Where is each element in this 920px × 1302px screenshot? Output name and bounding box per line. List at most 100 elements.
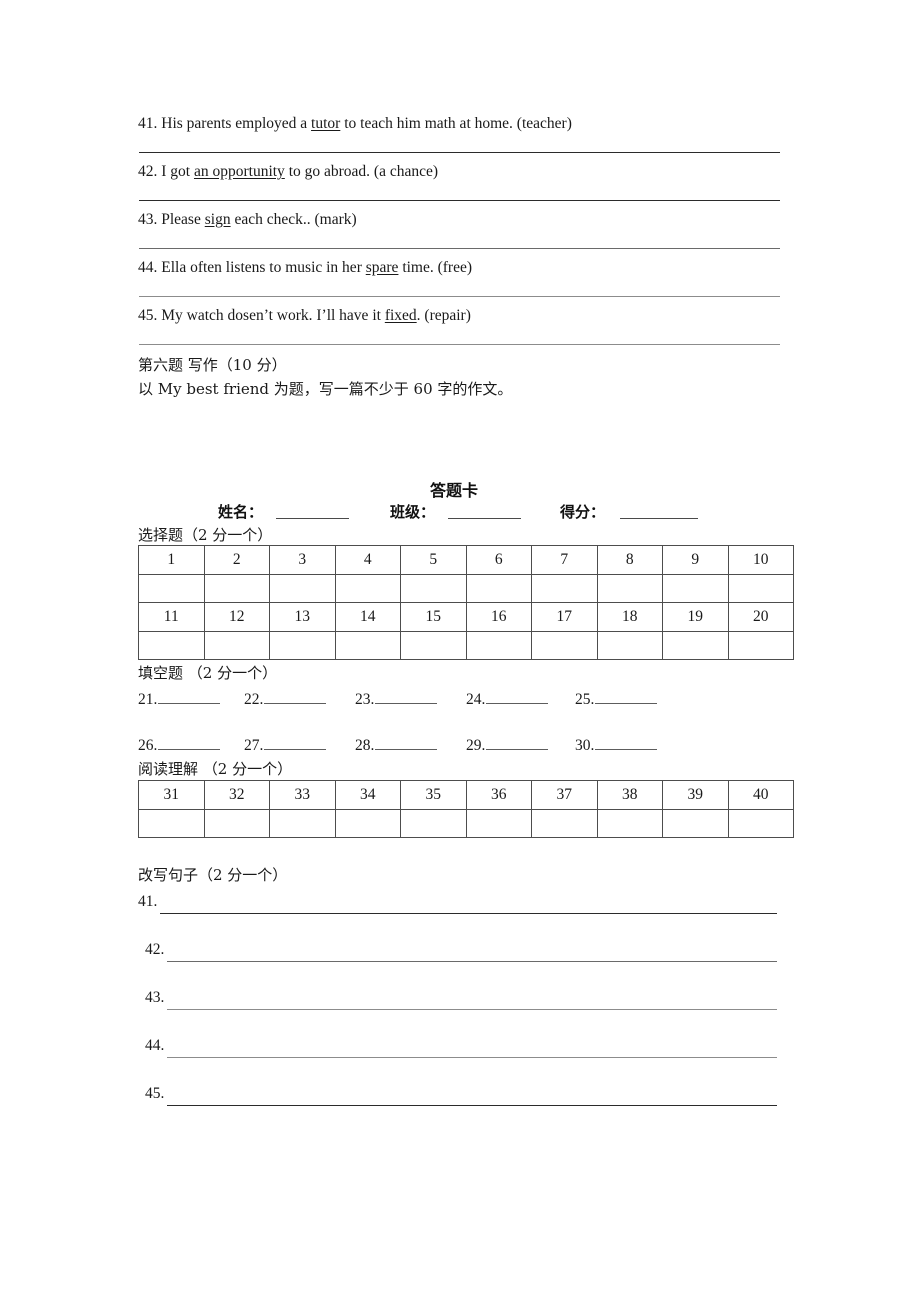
choice-answer-cell[interactable]	[269, 631, 336, 660]
blank-item-slot[interactable]	[264, 735, 327, 750]
choice-answer-cell[interactable]	[727, 631, 794, 660]
choice-answer-cell[interactable]	[531, 574, 598, 603]
choice-answer-cell[interactable]	[662, 631, 729, 660]
choice-number-cell: 10	[727, 545, 794, 575]
blank-item-slot[interactable]	[158, 689, 221, 704]
choice-number-cell: 3	[269, 545, 336, 575]
choice-number-cell: 9	[662, 545, 729, 575]
blank-item-26[interactable]: 26.	[138, 735, 221, 755]
rewrite-prompt-44: 44. Ella often listens to music in her s…	[138, 259, 473, 276]
blank-item-27[interactable]: 27.	[244, 735, 327, 755]
reading-number-cell: 36	[465, 780, 532, 810]
answer-rule-42	[139, 200, 780, 201]
choice-answer-cell[interactable]	[203, 631, 270, 660]
choice-answer-cell[interactable]	[138, 574, 205, 603]
reading-answer-table[interactable]: 31 32 33 34 35 36 37 38 39 40	[138, 780, 794, 838]
choice-answer-cell[interactable]	[334, 631, 401, 660]
blank-item-slot[interactable]	[264, 689, 327, 704]
rewrite-prompt-42: 42. I got an opportunity to go abroad. (…	[138, 163, 439, 180]
field-line-name[interactable]	[276, 518, 349, 519]
blank-item-number: 27.	[244, 737, 264, 754]
reading-answer-cell[interactable]	[662, 809, 729, 838]
field-line-class[interactable]	[448, 518, 521, 519]
choice-answer-cell[interactable]	[662, 574, 729, 603]
blank-item-slot[interactable]	[486, 689, 549, 704]
choice-answer-cell[interactable]	[531, 631, 598, 660]
rewrite-answer-line-44[interactable]	[167, 1057, 777, 1058]
choice-number-cell: 4	[334, 545, 401, 575]
reading-answer-cell[interactable]	[269, 809, 336, 838]
blank-item-number: 22.	[244, 691, 264, 708]
choice-answer-cell[interactable]	[400, 631, 467, 660]
reading-answer-cell[interactable]	[138, 809, 205, 838]
answer-card-title: 答题卡	[430, 481, 479, 500]
reading-number-cell: 38	[596, 780, 663, 810]
choice-answer-table[interactable]: 1 2 3 4 5 6 7 8 9 10 11 12 13 14 15 16 1…	[138, 545, 794, 660]
reading-number-cell: 31	[138, 780, 205, 810]
blank-item-25[interactable]: 25.	[575, 689, 658, 709]
reading-answer-cell[interactable]	[596, 809, 663, 838]
blank-item-number: 24.	[466, 691, 486, 708]
choice-number-cell: 14	[334, 602, 401, 632]
reading-number-cell: 34	[334, 780, 401, 810]
exam-page: 41. His parents employed a tutor to teac…	[0, 0, 920, 1302]
blank-item-28[interactable]: 28.	[355, 735, 438, 755]
blank-item-24[interactable]: 24.	[466, 689, 549, 709]
table-row-choice-answers-1	[138, 574, 794, 603]
rewrite-answer-number-41: 41.	[138, 893, 158, 910]
blank-item-23[interactable]: 23.	[355, 689, 438, 709]
choice-answer-cell[interactable]	[138, 631, 205, 660]
table-row-reading-numbers: 31 32 33 34 35 36 37 38 39 40	[138, 780, 794, 810]
blank-item-number: 28.	[355, 737, 375, 754]
blank-item-22[interactable]: 22.	[244, 689, 327, 709]
blank-item-29[interactable]: 29.	[466, 735, 549, 755]
blank-item-21[interactable]: 21.	[138, 689, 221, 709]
choice-answer-cell[interactable]	[465, 574, 532, 603]
reading-number-cell: 39	[662, 780, 729, 810]
blank-item-number: 30.	[575, 737, 595, 754]
choice-number-cell: 11	[138, 602, 205, 632]
choice-answer-cell[interactable]	[596, 631, 663, 660]
choice-answer-cell[interactable]	[727, 574, 794, 603]
field-line-score[interactable]	[620, 518, 698, 519]
writing-section-prompt: 以 My best friend 为题，写一篇不少于 60 字的作文。	[138, 380, 513, 398]
choice-answer-cell[interactable]	[269, 574, 336, 603]
reading-answer-cell[interactable]	[203, 809, 270, 838]
choice-number-cell: 7	[531, 545, 598, 575]
blank-item-slot[interactable]	[375, 689, 438, 704]
choice-answer-cell[interactable]	[596, 574, 663, 603]
choice-answer-cell[interactable]	[400, 574, 467, 603]
blank-section-heading: 填空题 （2 分一个）	[138, 664, 278, 682]
reading-answer-cell[interactable]	[334, 809, 401, 838]
reading-section-heading: 阅读理解 （2 分一个）	[138, 760, 293, 778]
blank-item-slot[interactable]	[375, 735, 438, 750]
reading-number-cell: 37	[531, 780, 598, 810]
choice-number-cell: 16	[465, 602, 532, 632]
choice-answer-cell[interactable]	[203, 574, 270, 603]
choice-number-cell: 19	[662, 602, 729, 632]
choice-number-cell: 20	[727, 602, 794, 632]
field-label-name: 姓名：	[218, 503, 264, 521]
reading-number-cell: 32	[203, 780, 270, 810]
blank-item-30[interactable]: 30.	[575, 735, 658, 755]
blank-item-slot[interactable]	[486, 735, 549, 750]
reading-answer-cell[interactable]	[400, 809, 467, 838]
choice-number-cell: 17	[531, 602, 598, 632]
blank-item-slot[interactable]	[595, 689, 658, 704]
blank-item-number: 25.	[575, 691, 595, 708]
choice-number-cell: 5	[400, 545, 467, 575]
blank-item-slot[interactable]	[595, 735, 658, 750]
rewrite-answer-line-45[interactable]	[167, 1105, 777, 1106]
rewrite-prompt-45: 45. My watch dosen’t work. I’ll have it …	[138, 307, 471, 324]
choice-answer-cell[interactable]	[334, 574, 401, 603]
reading-answer-cell[interactable]	[727, 809, 794, 838]
answer-rule-44	[139, 296, 780, 297]
rewrite-answer-line-42[interactable]	[167, 961, 777, 962]
reading-answer-cell[interactable]	[465, 809, 532, 838]
blank-item-slot[interactable]	[158, 735, 221, 750]
rewrite-answer-line-43[interactable]	[167, 1009, 777, 1010]
reading-answer-cell[interactable]	[531, 809, 598, 838]
rewrite-answer-line-41[interactable]	[160, 913, 777, 914]
reading-number-cell: 40	[727, 780, 794, 810]
choice-answer-cell[interactable]	[465, 631, 532, 660]
